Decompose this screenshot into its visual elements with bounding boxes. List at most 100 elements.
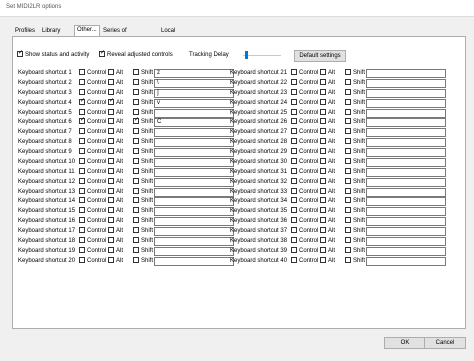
shift-modifier[interactable]: Shift: [345, 148, 365, 157]
shortcut-key-field[interactable]: [366, 246, 446, 256]
control-checkbox[interactable]: [79, 236, 85, 243]
alt-modifier[interactable]: Alt: [320, 128, 335, 137]
shift-modifier[interactable]: Shift: [133, 217, 153, 226]
alt-checkbox[interactable]: [108, 108, 114, 115]
control-checkbox[interactable]: [79, 256, 85, 263]
alt-checkbox[interactable]: [108, 177, 114, 184]
control-modifier[interactable]: Control: [291, 88, 318, 98]
alt-checkbox[interactable]: [108, 118, 114, 125]
shift-modifier[interactable]: Shift: [133, 98, 153, 108]
alt-checkbox[interactable]: [108, 207, 114, 214]
control-modifier[interactable]: Control: [79, 138, 106, 147]
alt-modifier[interactable]: Alt: [320, 236, 335, 246]
control-modifier[interactable]: Control: [79, 167, 106, 177]
alt-modifier[interactable]: Alt: [320, 256, 335, 266]
alt-checkbox[interactable]: [320, 88, 326, 95]
shift-checkbox[interactable]: [133, 148, 139, 155]
alt-checkbox[interactable]: [108, 128, 114, 135]
shift-modifier[interactable]: Shift: [345, 217, 365, 226]
shortcut-key-field[interactable]: [366, 128, 446, 138]
shift-modifier[interactable]: Shift: [133, 246, 153, 256]
shortcut-key-field[interactable]: [366, 207, 446, 217]
shortcut-key-field[interactable]: [154, 217, 234, 227]
tracking-delay-slider[interactable]: [243, 51, 281, 59]
control-modifier[interactable]: Control: [291, 236, 318, 246]
alt-checkbox[interactable]: [320, 246, 326, 253]
control-modifier[interactable]: Control: [291, 246, 318, 256]
control-modifier[interactable]: Control: [79, 217, 106, 226]
shift-modifier[interactable]: Shift: [345, 108, 365, 118]
alt-modifier[interactable]: Alt: [320, 138, 335, 147]
shortcut-key-field[interactable]: [366, 157, 446, 167]
alt-modifier[interactable]: Alt: [320, 98, 335, 108]
shortcut-key-field[interactable]: \: [154, 78, 234, 88]
alt-modifier[interactable]: Alt: [108, 246, 123, 256]
alt-modifier[interactable]: Alt: [320, 157, 335, 167]
control-checkbox[interactable]: [291, 78, 297, 85]
shift-modifier[interactable]: Shift: [345, 128, 365, 137]
alt-checkbox[interactable]: [108, 256, 114, 263]
alt-checkbox[interactable]: [108, 246, 114, 253]
shortcut-key-field[interactable]: [366, 177, 446, 187]
control-modifier[interactable]: Control: [79, 197, 106, 206]
control-modifier[interactable]: Control: [79, 78, 106, 88]
control-modifier[interactable]: Control: [291, 78, 318, 88]
alt-modifier[interactable]: Alt: [320, 246, 335, 256]
shift-checkbox[interactable]: [345, 118, 351, 125]
shortcut-key-field[interactable]: [154, 148, 234, 158]
shift-checkbox[interactable]: [345, 167, 351, 174]
alt-modifier[interactable]: Alt: [108, 177, 123, 187]
shortcut-key-field[interactable]: [366, 88, 446, 98]
shift-modifier[interactable]: Shift: [345, 256, 365, 266]
control-modifier[interactable]: Control: [291, 108, 318, 118]
alt-checkbox[interactable]: [108, 78, 114, 85]
control-checkbox[interactable]: [291, 128, 297, 135]
shortcut-key-field[interactable]: [154, 197, 234, 207]
shift-modifier[interactable]: Shift: [345, 207, 365, 216]
control-checkbox[interactable]: [79, 116, 85, 125]
control-modifier[interactable]: Control: [291, 138, 318, 147]
shift-checkbox[interactable]: [345, 88, 351, 95]
alt-checkbox[interactable]: [108, 187, 114, 194]
shortcut-key-field[interactable]: [154, 256, 234, 266]
control-modifier[interactable]: Control: [79, 177, 106, 187]
shift-checkbox[interactable]: [133, 98, 139, 105]
shift-modifier[interactable]: Shift: [345, 157, 365, 167]
shift-checkbox[interactable]: [133, 78, 139, 85]
alt-checkbox[interactable]: [320, 118, 326, 125]
shift-checkbox[interactable]: [133, 167, 139, 174]
shift-checkbox[interactable]: [345, 157, 351, 164]
shift-modifier[interactable]: Shift: [133, 69, 153, 78]
control-checkbox[interactable]: [79, 187, 85, 194]
shift-modifier[interactable]: Shift: [345, 138, 365, 147]
shift-modifier[interactable]: Shift: [345, 167, 365, 177]
shift-modifier[interactable]: Shift: [133, 128, 153, 137]
alt-modifier[interactable]: Alt: [108, 108, 123, 118]
alt-checkbox[interactable]: [320, 207, 326, 214]
shift-checkbox[interactable]: [133, 217, 139, 224]
control-modifier[interactable]: Control: [291, 167, 318, 177]
control-checkbox[interactable]: [291, 187, 297, 194]
shift-modifier[interactable]: Shift: [133, 177, 153, 187]
shortcut-key-field[interactable]: [366, 167, 446, 177]
control-checkbox[interactable]: [79, 246, 85, 253]
alt-modifier[interactable]: Alt: [108, 157, 123, 167]
alt-modifier[interactable]: Alt: [108, 167, 123, 177]
show-status-checkbox[interactable]: [17, 49, 23, 57]
shift-modifier[interactable]: Shift: [345, 197, 365, 206]
shift-modifier[interactable]: Shift: [345, 69, 365, 78]
alt-checkbox[interactable]: [320, 197, 326, 204]
alt-modifier[interactable]: Alt: [108, 236, 123, 246]
control-checkbox[interactable]: [291, 157, 297, 164]
alt-modifier[interactable]: Alt: [320, 118, 335, 127]
control-checkbox[interactable]: [291, 246, 297, 253]
shift-checkbox[interactable]: [133, 207, 139, 214]
control-checkbox[interactable]: [79, 217, 85, 224]
shift-checkbox[interactable]: [345, 246, 351, 253]
shortcut-key-field[interactable]: C: [154, 118, 234, 128]
shift-checkbox[interactable]: [133, 157, 139, 164]
shift-modifier[interactable]: Shift: [345, 236, 365, 246]
shift-checkbox[interactable]: [133, 177, 139, 184]
alt-modifier[interactable]: Alt: [108, 256, 123, 266]
slider-thumb[interactable]: [244, 51, 248, 59]
